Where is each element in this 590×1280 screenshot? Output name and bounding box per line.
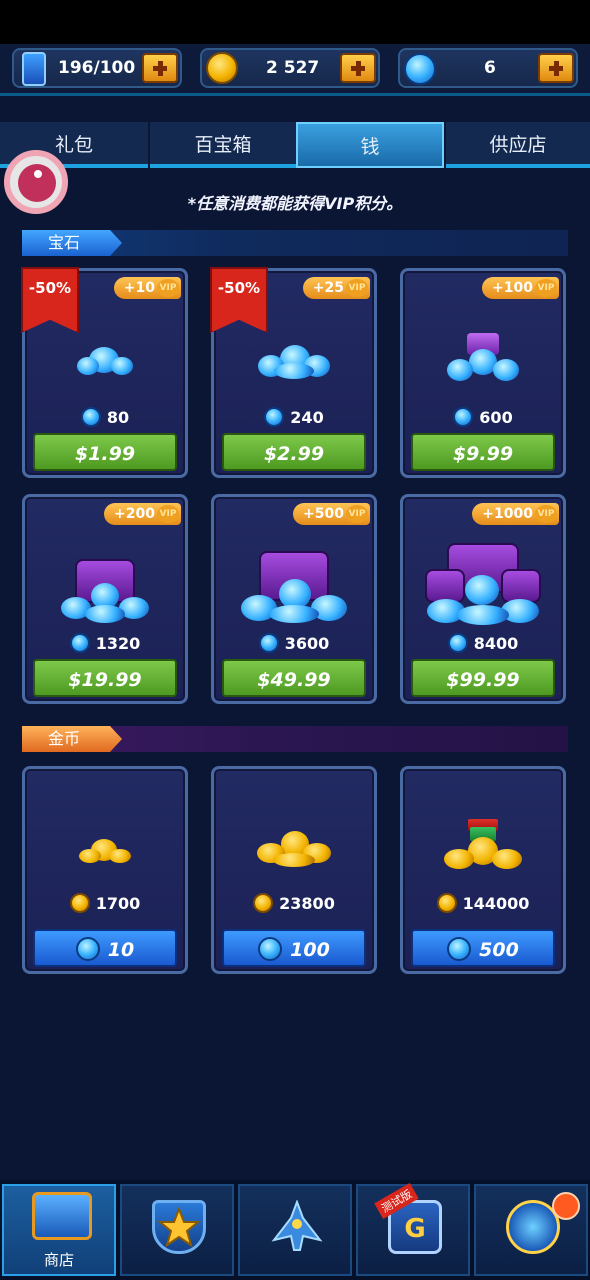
vip-points-badge: +100 <box>482 277 559 299</box>
system-status-bar <box>0 0 590 44</box>
gem-amount: 8400 <box>403 633 563 653</box>
buy-button[interactable]: $19.99 <box>33 659 177 697</box>
shop-tabs: 礼包 百宝箱 钱 供应店 <box>0 122 590 168</box>
gem-value: 6 <box>484 58 496 78</box>
coin-amount: 1700 <box>25 893 185 913</box>
gem-offer-card[interactable]: +100 600 $9.99 <box>400 268 566 478</box>
gem-section-header: 宝石 <box>22 230 568 256</box>
buy-coins-button[interactable]: 10 <box>33 929 177 967</box>
gem-counter: 6 <box>398 48 578 88</box>
vip-points-badge: +25 <box>302 277 370 299</box>
svg-text:G: G <box>404 1214 425 1244</box>
bottom-navigation: 商店 G 测试版 <box>0 1180 590 1280</box>
add-coins-button[interactable] <box>340 53 376 83</box>
gem-amount: 80 <box>25 407 185 427</box>
gem-pile-medium-icon <box>214 341 374 385</box>
vip-points-badge: +500 <box>293 503 370 525</box>
gem-offer-card[interactable]: +1000 8400 $99.99 <box>400 494 566 704</box>
gem-amount: 240 <box>214 407 374 427</box>
discount-ribbon: -50% <box>210 267 268 333</box>
vip-points-badge: +1000 <box>472 503 559 525</box>
coin-pile-medium-icon <box>214 829 374 871</box>
coin-pile-large-icon <box>403 817 563 873</box>
coin-icon <box>206 52 238 84</box>
gem-offer-card[interactable]: +200 1320 $19.99 <box>22 494 188 704</box>
gem-offer-card[interactable]: +500 3600 $49.99 <box>211 494 377 704</box>
gem-chest-medium-icon <box>214 545 374 627</box>
nav-hangar[interactable] <box>238 1184 352 1276</box>
gem-chest-small-icon <box>25 549 185 625</box>
coin-offer-card[interactable]: 1700 10 <box>22 766 188 974</box>
buy-button[interactable]: $1.99 <box>33 433 177 471</box>
coin-amount: 144000 <box>403 893 563 913</box>
vip-points-badge: +10 <box>113 277 181 299</box>
coin-offer-card[interactable]: 144000 500 <box>400 766 566 974</box>
gem-chest-large-icon <box>403 539 563 629</box>
buy-coins-button[interactable]: 100 <box>222 929 366 967</box>
discount-ribbon: -50% <box>21 267 79 333</box>
gem-amount: 600 <box>403 407 563 427</box>
vip-points-badge: +200 <box>104 503 181 525</box>
buy-button[interactable]: $49.99 <box>222 659 366 697</box>
vip-notice: *任意消费都能获得VIP积分。 <box>187 194 403 213</box>
resource-bar: 196/100 2 527 6 <box>0 44 590 96</box>
nav-shop[interactable]: 商店 <box>2 1184 116 1276</box>
gem-amount: 3600 <box>214 633 374 653</box>
gem-pile-small-icon <box>25 343 185 383</box>
energy-icon <box>18 52 50 86</box>
gem-icon <box>447 937 472 961</box>
tab-treasure-box[interactable]: 百宝箱 <box>148 122 296 168</box>
gem-amount: 1320 <box>25 633 185 653</box>
add-energy-button[interactable] <box>142 53 178 83</box>
gem-icon <box>258 937 283 961</box>
notification-dot <box>552 1192 580 1220</box>
gem-section-title: 宝石 <box>22 230 122 256</box>
coin-counter: 2 527 <box>200 48 380 88</box>
buy-button[interactable]: $2.99 <box>222 433 366 471</box>
buy-button[interactable]: $99.99 <box>411 659 555 697</box>
coin-section-title: 金币 <box>22 726 122 752</box>
nav-guild[interactable]: G 测试版 <box>356 1182 470 1276</box>
buy-button[interactable]: $9.99 <box>411 433 555 471</box>
nav-shop-label: 商店 <box>43 1251 74 1269</box>
tab-supply-store[interactable]: 供应店 <box>444 122 590 168</box>
coin-offer-card[interactable]: 23800 100 <box>211 766 377 974</box>
nav-rewards[interactable] <box>474 1184 588 1276</box>
tab-money[interactable]: 钱 <box>296 122 444 168</box>
add-gems-button[interactable] <box>538 53 574 83</box>
coin-amount: 23800 <box>214 893 374 913</box>
gem-crown-pile-icon <box>403 333 563 389</box>
spaceship-icon <box>270 1199 324 1254</box>
gem-offer-card[interactable]: -50% +10 80 $1.99 <box>21 267 188 478</box>
shop-cart-icon <box>32 1192 92 1240</box>
gem-icon <box>404 53 436 85</box>
gem-icon <box>75 937 100 961</box>
coin-section-header: 金币 <box>22 726 568 752</box>
energy-value: 196/100 <box>58 58 136 78</box>
coin-value: 2 527 <box>266 58 320 78</box>
nav-achievements[interactable] <box>120 1184 234 1276</box>
gem-offer-card[interactable]: -50% +25 240 $2.99 <box>210 267 377 478</box>
star-badge-icon <box>152 1200 206 1254</box>
buy-coins-button[interactable]: 500 <box>411 929 555 967</box>
coin-pile-small-icon <box>25 835 185 869</box>
energy-counter: 196/100 <box>12 48 182 88</box>
